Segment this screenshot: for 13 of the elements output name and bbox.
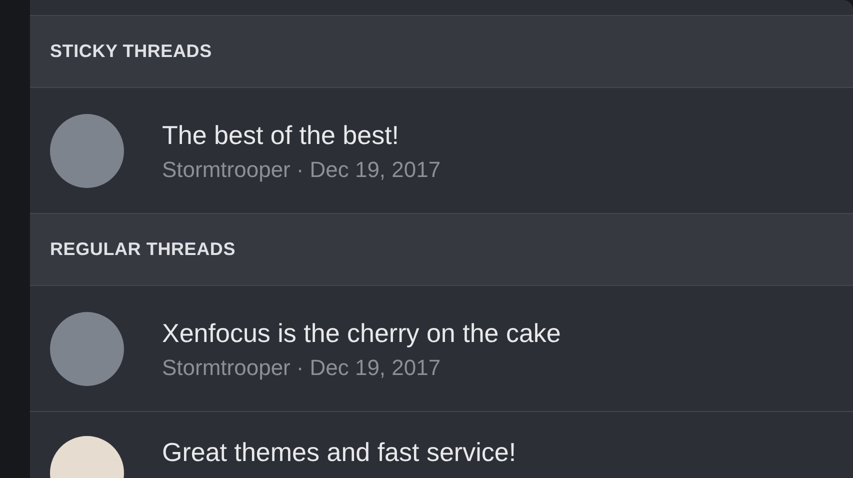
- thread-row[interactable]: Xenfocus is the cherry on the cake Stormtrooper · Dec 19, 2017: [30, 286, 853, 412]
- thread-title[interactable]: The best of the best!: [162, 118, 441, 150]
- section-heading: REGULAR THREADS: [50, 238, 236, 261]
- thread-title[interactable]: Xenfocus is the cherry on the cake: [162, 316, 561, 348]
- separator-dot: ·: [296, 354, 304, 380]
- thread-author[interactable]: Stormtrooper: [162, 354, 290, 380]
- separator-dot: ·: [296, 156, 304, 182]
- thread-title[interactable]: Great themes and fast service!: [162, 436, 516, 468]
- thread-date: Dec 19, 2017: [310, 156, 441, 182]
- thread-row[interactable]: Great themes and fast service!: [30, 412, 853, 478]
- section-heading: STICKY THREADS: [50, 40, 212, 63]
- thread-date: Dec 19, 2017: [310, 354, 441, 380]
- thread-author[interactable]: Stormtrooper: [162, 156, 290, 182]
